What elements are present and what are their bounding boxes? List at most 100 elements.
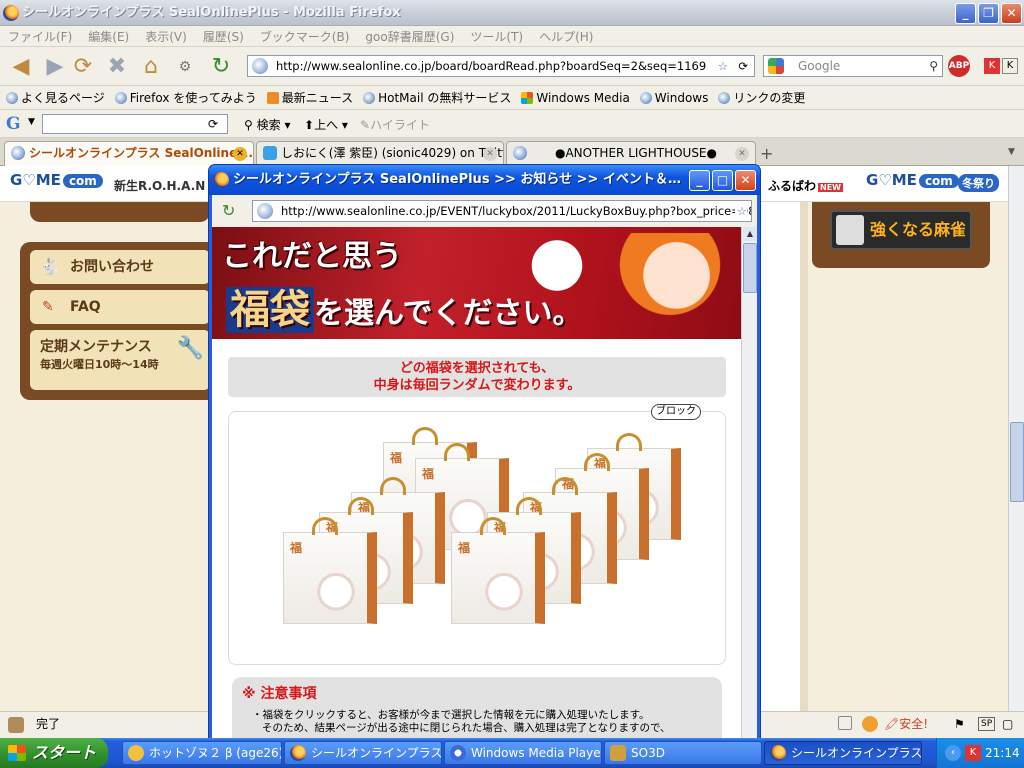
addon-status-icon[interactable] xyxy=(862,716,878,732)
caution-line: ・福袋をクリックすると、お客様が今まで選択した情報を元に購入処理いたします。 xyxy=(252,709,650,721)
mahjong-banner[interactable]: 強くなる麻雀 xyxy=(830,210,972,250)
status-icon xyxy=(8,717,24,733)
maintenance-link[interactable]: 定期メンテナンス 毎週火曜日10時～14時 🔧 xyxy=(30,330,210,390)
menu-file[interactable]: ファイル(F) xyxy=(8,28,72,45)
taskbar-item-firefox-2[interactable]: シールオンラインプラス ... xyxy=(764,741,922,765)
adblock-icon[interactable]: ABP xyxy=(948,55,970,77)
cat-illustration xyxy=(310,563,362,611)
home-icon[interactable]: ⌂ xyxy=(136,53,166,81)
caution-title: ※ 注意事項 xyxy=(242,686,317,702)
taskbar-item-wmp[interactable]: Windows Media Player xyxy=(444,741,602,765)
fukubukuro-selection: ブロック 福 福 福 福 福 福 福 福 福 福 xyxy=(228,404,726,665)
tab-twitter[interactable]: しおにく(澤 紫臣) (sionic4029) on Twitt... ✕ xyxy=(256,141,504,166)
furubawa-link[interactable]: ふるばわ NEW xyxy=(768,177,843,194)
window-title-bar[interactable]: シールオンラインプラス SealOnlinePlus - Mozilla Fir… xyxy=(0,0,1024,26)
site-globe-icon xyxy=(252,58,268,74)
flag-icon[interactable]: ⚑ xyxy=(954,712,965,736)
tab-lighthouse[interactable]: ●ANOTHER LIGHTHOUSE● ✕ xyxy=(506,141,756,166)
menu-edit[interactable]: 編集(E) xyxy=(88,28,129,45)
google-highlight-button[interactable]: ✎ハイライト xyxy=(360,116,430,133)
contact-link[interactable]: 🐇 お問い合わせ xyxy=(30,250,210,284)
google-g-icon[interactable]: G xyxy=(6,114,21,134)
bookmark-links[interactable]: リンクの変更 xyxy=(718,89,805,106)
bookmark-news[interactable]: 最新ニュース xyxy=(266,89,353,106)
bag-handle xyxy=(616,433,642,451)
popup-star-icon[interactable]: ☆ xyxy=(734,201,747,221)
search-icon[interactable]: ⚲ xyxy=(929,56,938,76)
stop-icon[interactable]: ✖ xyxy=(102,53,132,81)
page-icon[interactable]: ▢ xyxy=(1002,712,1013,736)
url-text: http://www.sealonline.co.jp/board/boardR… xyxy=(276,59,707,73)
google-engine-icon[interactable] xyxy=(768,58,784,74)
sp-icon[interactable]: SP xyxy=(978,717,996,731)
gamecom-logo-right[interactable]: G♡ME com xyxy=(866,171,959,189)
back-button[interactable]: ◀ xyxy=(6,53,36,81)
menu-goo-history[interactable]: goo辞書履歴(G) xyxy=(365,28,454,45)
bookmark-windows-media[interactable]: Windows Media xyxy=(521,91,630,105)
popup-maximize-button[interactable]: □ xyxy=(712,170,733,191)
google-search-input[interactable] xyxy=(42,114,228,134)
tray-arrow-icon[interactable]: ‹ xyxy=(945,745,961,761)
kaspersky-icon[interactable]: K xyxy=(984,58,1000,74)
search-box[interactable]: Google ⚲ xyxy=(763,55,943,77)
lock-icon xyxy=(838,716,852,730)
fuyumatsuri-badge[interactable]: 冬祭り xyxy=(958,174,999,192)
new-tab-button[interactable]: + xyxy=(760,144,773,163)
bookmark-windows[interactable]: Windows xyxy=(639,91,708,105)
page-scroll-thumb[interactable] xyxy=(1010,422,1024,502)
minimize-button[interactable]: _ xyxy=(955,3,976,24)
kaspersky-tray-icon[interactable]: K xyxy=(965,745,981,761)
scroll-up-arrow-icon[interactable]: ▲ xyxy=(743,227,757,241)
popup-title-bar[interactable]: シールオンラインプラス SealOnlinePlus >> お知らせ >> イベ… xyxy=(209,165,760,195)
menu-tools[interactable]: ツール(T) xyxy=(470,28,523,45)
tab-close-icon[interactable]: ✕ xyxy=(233,147,247,161)
popup-minimize-button[interactable]: _ xyxy=(689,170,710,191)
twitter-bird-icon xyxy=(263,146,277,160)
popup-scrollbar[interactable]: ▲ xyxy=(741,227,757,744)
rohan-link[interactable]: 新生R.O.H.A.N xyxy=(114,177,205,194)
bookmark-frequent[interactable]: よく見るページ xyxy=(6,89,105,106)
menu-view[interactable]: 表示(V) xyxy=(145,28,187,45)
menu-bookmarks[interactable]: ブックマーク(B) xyxy=(260,28,350,45)
bookmark-star-icon[interactable]: ☆ xyxy=(718,56,728,76)
forward-button[interactable]: ▶ xyxy=(40,53,70,81)
menu-bar: ファイル(F) 編集(E) 表示(V) 履歴(S) ブックマーク(B) goo辞… xyxy=(0,26,1024,47)
popup-close-button[interactable]: ✕ xyxy=(735,170,756,191)
google-menu-arrow-icon[interactable]: ▼ xyxy=(28,117,35,127)
bookmark-hotmail[interactable]: HotMail の無料サービス xyxy=(363,89,511,106)
close-button[interactable]: ✕ xyxy=(1001,3,1022,24)
url-go-icon[interactable]: ⟳ xyxy=(738,56,748,76)
popup-reload-icon[interactable]: ↻ xyxy=(222,201,235,220)
taskbar-item-so3d[interactable]: SO3D xyxy=(604,741,762,765)
safe-status[interactable]: 🖍安全! xyxy=(884,712,928,736)
history-icon[interactable]: ⚙ xyxy=(170,53,200,81)
google-search-button[interactable]: ⚲ 検索 ▾ xyxy=(244,116,290,133)
bookmarks-bar: よく見るページ Firefox を使ってみよう 最新ニュース HotMail の… xyxy=(0,86,1024,110)
fukubukuro-bag[interactable]: 福 xyxy=(283,517,377,624)
menu-help[interactable]: ヘルプ(H) xyxy=(539,28,593,45)
fukubukuro-bag[interactable]: 福 xyxy=(451,517,545,624)
google-up-button[interactable]: ⬆上へ ▾ xyxy=(304,116,348,133)
google-go-icon[interactable]: ⟳ xyxy=(208,117,218,131)
start-button[interactable]: スタート xyxy=(0,738,108,768)
reload-icon[interactable]: ⟳ xyxy=(68,53,98,81)
page-scrollbar[interactable] xyxy=(1008,166,1024,711)
clock[interactable]: 21:14 xyxy=(985,746,1020,760)
restore-button[interactable]: ❐ xyxy=(978,3,999,24)
gamecom-logo[interactable]: G♡ME com xyxy=(10,171,103,189)
taskbar-item-firefox-1[interactable]: シールオンラインプラス ... xyxy=(284,741,442,765)
menu-history[interactable]: 履歴(S) xyxy=(203,28,244,45)
faq-link[interactable]: ✎ FAQ xyxy=(30,290,210,324)
taskbar-item-hotzonu[interactable]: ホットゾヌ２ β (age26) xyxy=(122,741,282,765)
popup-url-bar[interactable]: http://www.sealonline.co.jp/EVENT/luckyb… xyxy=(252,200,752,222)
tab-close-icon[interactable]: ✕ xyxy=(735,147,749,161)
bookmark-firefox[interactable]: Firefox を使ってみよう xyxy=(114,89,257,106)
tab-list-arrow-icon[interactable]: ▼ xyxy=(1008,147,1015,157)
tab-close-icon[interactable]: ✕ xyxy=(483,147,497,161)
url-bar[interactable]: http://www.sealonline.co.jp/board/boardR… xyxy=(247,55,755,77)
left-panel-top xyxy=(30,202,210,222)
banner-headline-2: 福袋 を選んでください。 xyxy=(226,277,583,335)
popup-scroll-thumb[interactable] xyxy=(743,243,757,293)
go-icon[interactable]: ↻ xyxy=(206,53,236,81)
addon-icon[interactable]: K xyxy=(1002,58,1018,74)
